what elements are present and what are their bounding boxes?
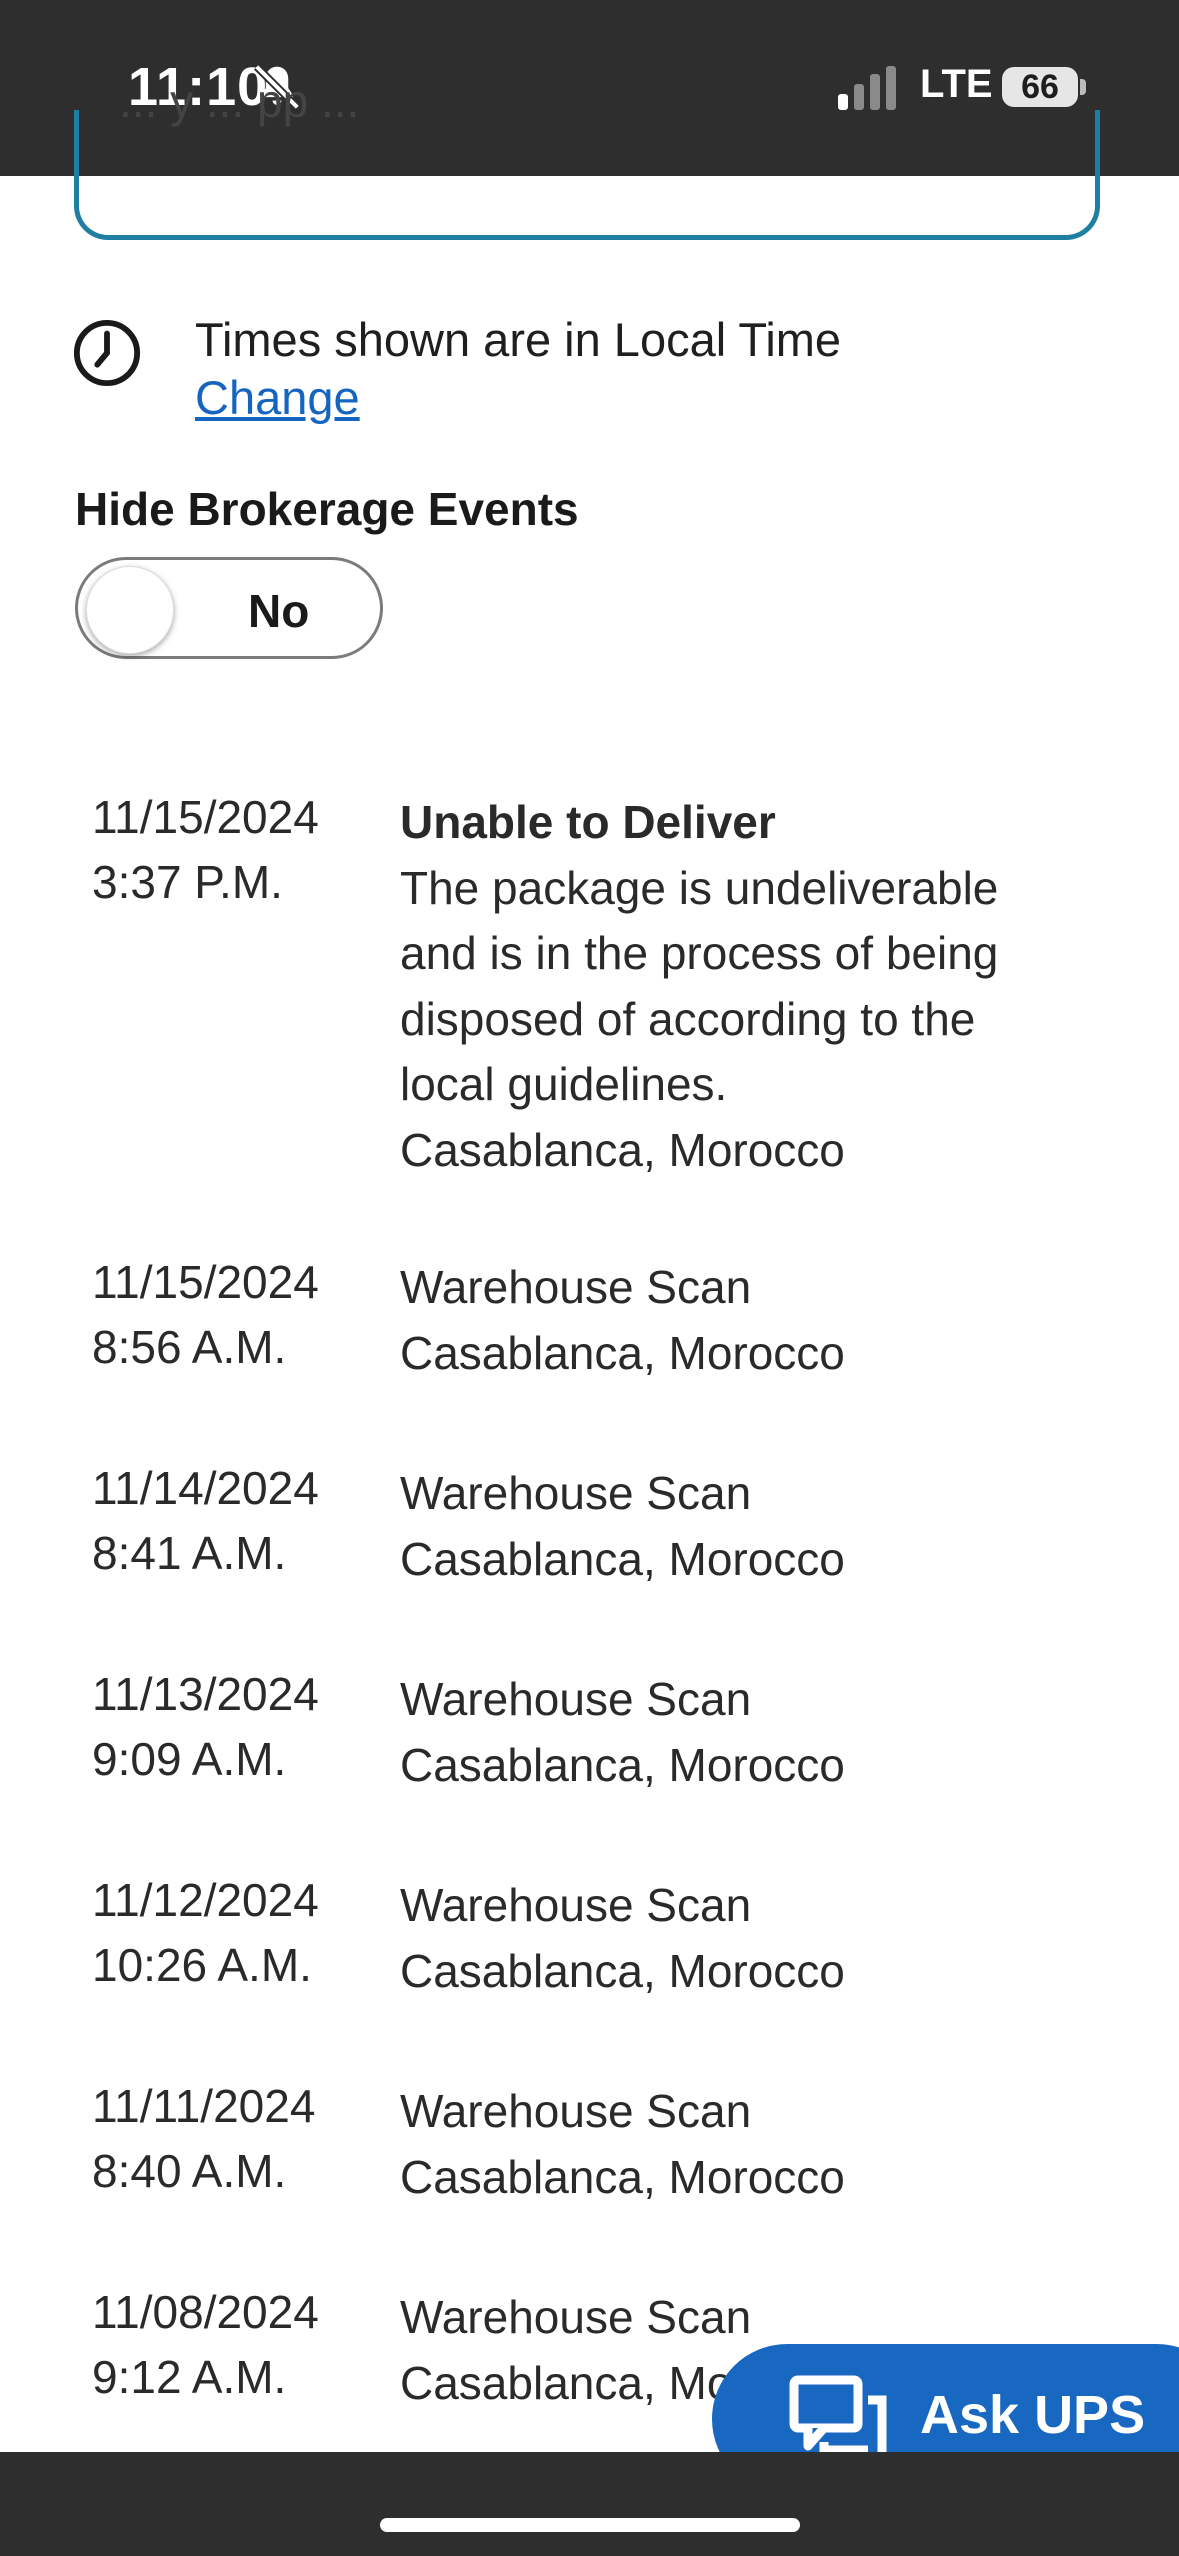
event-location: Casablanca, Morocco [400,1532,845,1585]
toggle-knob [86,566,174,654]
event-location: Casablanca, Morocco [400,1738,845,1791]
event-time: 8:56 A.M. [92,1321,287,1373]
event-location: Casablanca, Morocco [400,1944,845,1997]
event-location: Casablanca, Morocco [400,1123,845,1176]
event-date: 11/12/2024 [92,1874,319,1926]
event-title: Warehouse Scan [400,1879,752,1931]
partial-info-card: ... y ... pp ... [74,75,1100,240]
event-location: Casablanca, Morocco [400,2150,845,2203]
hide-brokerage-toggle[interactable]: No [75,557,383,659]
event-title: Warehouse Scan [400,1467,752,1519]
battery-nub [1080,79,1086,95]
time-zone-note: Times shown are in Local Time [195,313,842,366]
change-time-zone-link[interactable]: Change [195,370,360,425]
hide-brokerage-heading: Hide Brokerage Events [75,483,579,535]
system-navigation-bar [0,2452,1179,2556]
event-description: The package is undeliverable and is in t… [400,861,999,1111]
event-title: Unable to Deliver [400,796,776,848]
clock-icon [73,319,141,387]
battery-level: 66 [1021,68,1059,106]
home-indicator[interactable] [380,2518,800,2532]
battery-icon: 66 [1002,67,1078,107]
signal-icon [838,66,896,110]
event-date: 11/14/2024 [92,1462,319,1514]
network-type: LTE [920,62,993,106]
toggle-label: No [248,585,310,637]
event-time: 10:26 A.M. [92,1939,312,1991]
event-title: Warehouse Scan [400,2291,752,2343]
event-time: 9:09 A.M. [92,1733,287,1785]
event-date: 11/11/2024 [92,2080,316,2132]
event-date: 11/13/2024 [92,1668,319,1720]
ask-ups-label: Ask UPS [920,2385,1146,2445]
event-title: Warehouse Scan [400,1261,752,1313]
event-time: 9:12 A.M. [92,2351,287,2403]
event-date: 11/15/2024 [92,791,319,843]
event-title: Warehouse Scan [400,2085,752,2137]
event-location: Casablanca, Morocco [400,1326,845,1379]
event-time: 3:37 P.M. [92,856,283,908]
event-time: 8:41 A.M. [92,1527,287,1579]
partial-card-text: ... y ... pp ... [119,75,360,127]
event-title: Warehouse Scan [400,1673,752,1725]
chat-icon [789,2375,887,2458]
event-date: 11/08/2024 [92,2286,319,2338]
event-date: 11/15/2024 [92,1256,319,1308]
event-time: 8:40 A.M. [92,2145,287,2197]
